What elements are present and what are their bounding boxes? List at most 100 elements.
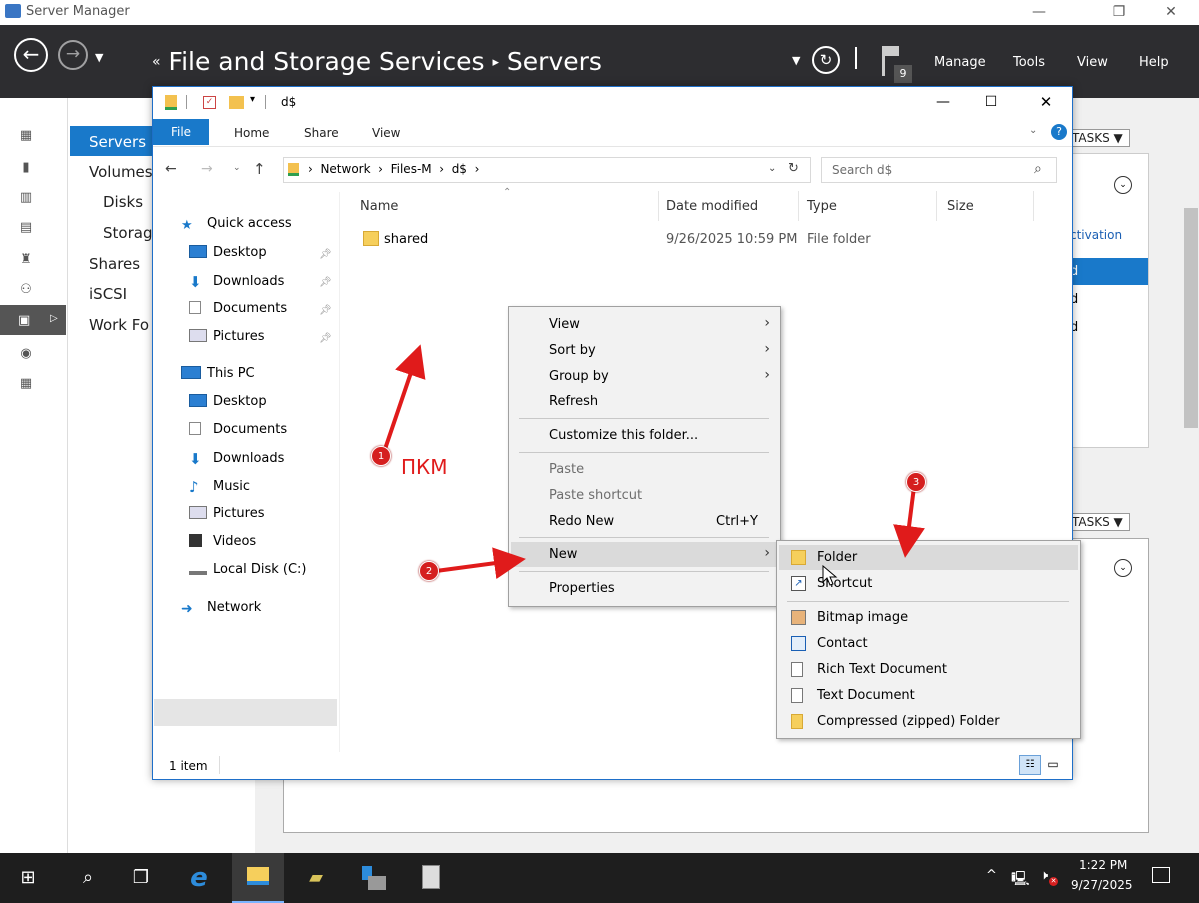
pin-icon[interactable]: 📌︎ <box>319 333 332 344</box>
file-storage-nav-selected[interactable]: ▣ ▷ <box>0 305 66 335</box>
tasks-dropdown[interactable]: TASKS ▼ <box>1065 129 1130 147</box>
details-view-icon[interactable]: ☷ <box>1019 755 1041 775</box>
explorer-close-button[interactable]: ✕ <box>1026 89 1066 117</box>
menu-item-redo-new[interactable]: Redo New <box>549 514 614 529</box>
nav-work-folders[interactable]: Work Fo <box>89 316 149 334</box>
search-box[interactable]: Search d$ ⌕ <box>821 157 1057 183</box>
nav-pc-local-disk[interactable]: Local Disk (C:) <box>189 562 306 577</box>
nav-disks[interactable]: Disks <box>103 193 143 211</box>
nav-this-pc[interactable]: This PC <box>181 366 255 381</box>
recent-locations-icon[interactable]: ⌄ <box>233 163 241 173</box>
selected-server-row[interactable]: d <box>1066 258 1148 285</box>
nav-iscsi[interactable]: iSCSI <box>89 285 127 303</box>
tab-share[interactable]: Share <box>304 126 339 140</box>
close-button[interactable]: ✕ <box>1148 0 1194 25</box>
server-manager-taskbar-icon[interactable] <box>360 864 386 892</box>
address-segment[interactable]: Network <box>320 162 370 176</box>
clock-date[interactable]: 9/27/2025 <box>1071 878 1133 892</box>
storage-app-icon[interactable]: ▰ <box>303 865 329 891</box>
main-scrollbar[interactable] <box>1183 98 1199 853</box>
nav-pc-pictures[interactable]: Pictures <box>189 506 264 521</box>
tools-icon[interactable]: ♜ <box>18 252 34 267</box>
nav-pc-videos[interactable]: Videos <box>189 534 256 549</box>
properties-quick-icon[interactable]: ✓ <box>203 96 216 109</box>
collapse-icon[interactable]: ⌄ <box>1114 176 1132 194</box>
show-hidden-icons-icon[interactable]: ^ <box>986 868 997 883</box>
tasks-dropdown[interactable]: TASKS ▼ <box>1065 513 1130 531</box>
scrollbar-thumb[interactable] <box>1184 208 1198 428</box>
customize-toolbar-icon[interactable]: ▾ <box>250 94 255 105</box>
menu-manage[interactable]: Manage <box>934 55 986 70</box>
submenu-item-compressed-folder[interactable]: Compressed (zipped) Folder <box>817 714 1000 729</box>
help-icon[interactable]: ? <box>1051 124 1067 140</box>
large-icons-view-icon[interactable]: ▭ <box>1045 757 1061 773</box>
address-bar[interactable]: › Network › Files-M › d$ › ⌄ ↻ <box>283 157 811 183</box>
explorer-maximize-button[interactable]: ☐ <box>971 89 1011 117</box>
file-explorer-taskbar-active[interactable] <box>232 853 284 903</box>
breadcrumb-item[interactable]: Servers <box>507 47 602 76</box>
breadcrumb-item[interactable]: File and Storage Services <box>169 47 485 76</box>
nav-network[interactable]: ➜ Network <box>181 600 261 617</box>
dashboard-icon[interactable]: ▦ <box>18 128 34 143</box>
action-center-icon[interactable] <box>1152 867 1170 883</box>
up-arrow-icon[interactable]: ↑ <box>253 160 266 178</box>
menu-item-paste[interactable]: Paste <box>549 462 584 477</box>
address-dropdown-icon[interactable]: ⌄ <box>768 163 776 174</box>
nav-storage-pools[interactable]: Storag <box>103 224 152 242</box>
nav-quick-pictures[interactable]: Pictures <box>189 329 264 344</box>
menu-item-view[interactable]: View <box>549 317 580 332</box>
nav-pc-music[interactable]: ♪ Music <box>189 478 250 496</box>
search-input[interactable]: Search d$ <box>832 163 892 177</box>
submenu-item-bitmap[interactable]: Bitmap image <box>817 610 908 625</box>
submenu-item-folder[interactable]: Folder <box>817 550 857 565</box>
submenu-item-contact[interactable]: Contact <box>817 636 868 651</box>
internet-explorer-icon[interactable]: e <box>186 865 212 891</box>
task-view-icon[interactable]: ❐ <box>128 865 154 891</box>
nav-volumes[interactable]: Volumes <box>89 163 153 181</box>
menu-help[interactable]: Help <box>1139 55 1169 70</box>
network-tray-icon[interactable]: 🖳︎ <box>1011 868 1030 892</box>
iis-icon[interactable]: ◉ <box>18 346 34 361</box>
back-button[interactable]: ← <box>14 38 48 72</box>
tab-view[interactable]: View <box>372 126 400 140</box>
collapse-icon[interactable]: ⌄ <box>1114 559 1132 577</box>
print-icon[interactable]: ▦ <box>18 376 34 391</box>
forward-arrow-icon[interactable]: → <box>201 161 213 177</box>
menu-item-paste-shortcut[interactable]: Paste shortcut <box>549 488 642 503</box>
pin-icon[interactable]: 📌︎ <box>319 305 332 316</box>
all-servers-icon[interactable]: ▥ <box>18 190 34 205</box>
start-windows-icon[interactable]: ⊞ <box>15 865 41 891</box>
restore-button[interactable]: ❐ <box>1096 0 1142 25</box>
notifications-flag-icon[interactable]: 9 <box>880 43 912 83</box>
volume-muted-icon[interactable]: 🕨︎ <box>1040 868 1048 883</box>
dropdown-icon[interactable]: ▼ <box>792 54 800 67</box>
expand-ribbon-icon[interactable]: ⌄ <box>1029 125 1037 136</box>
address-segment[interactable]: d$ <box>452 162 467 176</box>
nav-servers[interactable]: Servers <box>89 133 146 151</box>
address-segment[interactable]: Files-M <box>391 162 432 176</box>
tab-home[interactable]: Home <box>234 126 269 140</box>
pin-icon[interactable]: 📌︎ <box>319 249 332 260</box>
submenu-item-rich-text[interactable]: Rich Text Document <box>817 662 947 677</box>
history-dropdown-icon[interactable]: ▼ <box>95 51 103 64</box>
pin-icon[interactable]: 📌︎ <box>319 277 332 288</box>
menu-view[interactable]: View <box>1077 55 1108 70</box>
menu-tools[interactable]: Tools <box>1013 55 1045 70</box>
search-icon[interactable]: ⌕ <box>1034 161 1042 177</box>
file-row[interactable]: shared <box>358 230 678 250</box>
local-server-icon[interactable]: ▮ <box>18 160 34 175</box>
search-icon[interactable]: ⌕ <box>75 865 101 891</box>
nav-quick-documents[interactable]: Documents <box>189 301 287 316</box>
menu-item-customize[interactable]: Customize this folder... <box>549 428 698 443</box>
back-arrow-icon[interactable]: ← <box>165 161 177 177</box>
column-date-modified[interactable]: Date modified <box>666 199 758 214</box>
column-name[interactable]: Name <box>360 199 398 214</box>
refresh-icon[interactable]: ↻ <box>812 46 840 74</box>
clock-time[interactable]: 1:22 PM <box>1079 858 1127 872</box>
nav-pc-desktop[interactable]: Desktop <box>189 394 267 409</box>
refresh-icon[interactable]: ↻ <box>788 161 799 176</box>
new-folder-quick-icon[interactable] <box>229 96 244 109</box>
menu-item-properties[interactable]: Properties <box>549 581 615 596</box>
nav-pc-downloads[interactable]: ⬇ Downloads <box>189 450 284 468</box>
nav-quick-access[interactable]: ★ Quick access <box>181 216 292 233</box>
